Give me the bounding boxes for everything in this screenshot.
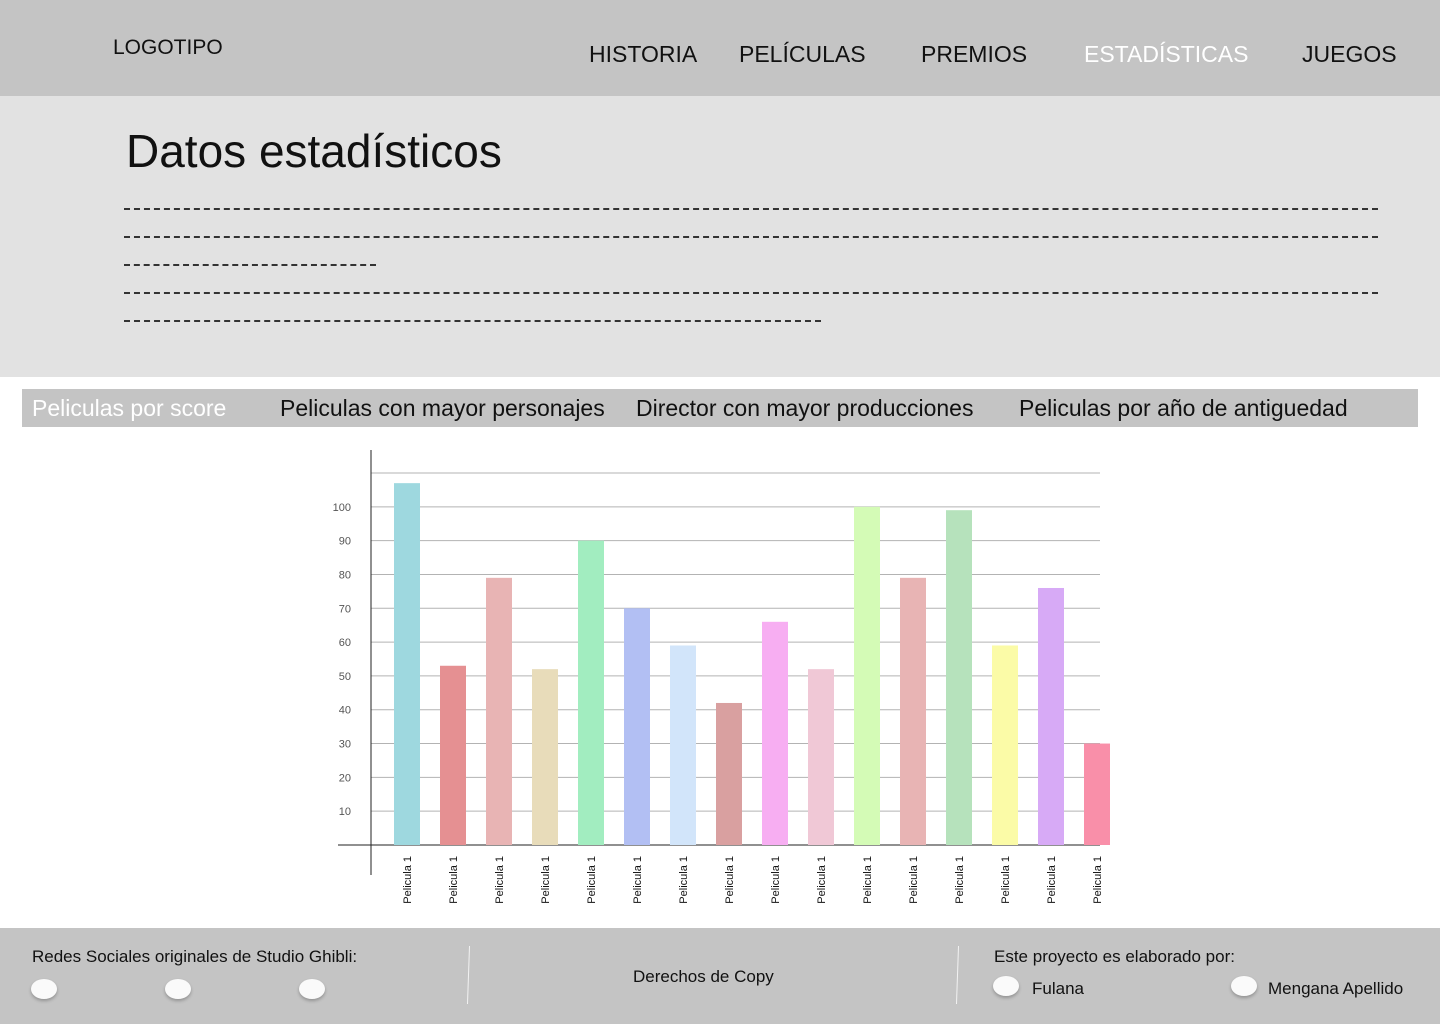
x-tick-label: Pelicula 1 [448,856,460,904]
footer-divider [466,946,471,1004]
chart-bar [394,483,420,845]
social-icon-3[interactable] [299,979,325,999]
social-icon-1[interactable] [31,979,57,999]
page-title: Datos estadísticos [126,125,502,177]
tab-peliculas-por-antiguedad[interactable]: Peliculas por año de antiguedad [1019,395,1348,422]
x-tick-label: Pelicula 1 [816,856,828,904]
chart-bar [440,665,466,845]
chart-bar [992,645,1018,845]
placeholder-text-line [124,292,1378,295]
author-avatar-2[interactable] [1231,976,1257,996]
logo[interactable]: LOGOTIPO [113,36,223,60]
x-tick-label: Pelicula 1 [770,856,782,904]
placeholder-text-line [124,320,821,323]
x-tick-label: Pelicula 1 [540,856,552,904]
header: LOGOTIPO HISTORIA PELÍCULAS PREMIOS ESTA… [0,0,1440,96]
x-tick-label: Pelicula 1 [402,856,414,904]
nav-item-juegos[interactable]: JUEGOS [1302,41,1397,68]
chart-bar [762,621,788,845]
footer: Redes Sociales originales de Studio Ghib… [0,928,1440,1024]
score-bar-chart: 10 20 30 40 50 60 70 80 90 100 Pelicula 1 Pelicula … [0,440,1440,920]
chart-bar [946,510,972,845]
chart-bar [624,608,650,845]
x-tick-label: Pelicula 1 [494,856,506,904]
chart-bar [1084,743,1110,845]
chart-bar [808,669,834,845]
y-tick-label: 60 [339,637,351,649]
y-tick-label: 90 [339,536,351,548]
authors-title: Este proyecto es elaborado por: [994,947,1235,966]
y-tick-label: 80 [339,569,351,581]
tab-peliculas-mayor-personajes[interactable]: Peliculas con mayor personajes [280,395,605,422]
chart-bar [532,669,558,845]
chart-bar [670,645,696,845]
social-title: Redes Sociales originales de Studio Ghib… [32,947,358,966]
x-tick-label: Pelicula 1 [724,856,736,904]
x-tick-label: Pelicula 1 [1092,856,1104,904]
x-tick-label: Pelicula 1 [586,856,598,904]
footer-divider [955,946,960,1004]
x-tick-label: Pelicula 1 [954,856,966,904]
chart-bar [716,702,742,845]
tab-peliculas-por-score[interactable]: Peliculas por score [32,395,226,422]
chart-bar [486,577,512,845]
x-tick-label: Pelicula 1 [908,856,920,904]
y-tick-label: 30 [339,739,351,751]
social-icon-2[interactable] [165,979,191,999]
nav-item-estadisticas[interactable]: ESTADÍSTICAS [1084,41,1248,68]
x-tick-label: Pelicula 1 [1000,856,1012,904]
y-tick-label: 10 [339,806,351,818]
placeholder-text-line [124,236,1378,239]
author-avatar-1[interactable] [993,976,1019,996]
y-tick-label: 70 [339,603,351,615]
chart-bar [1038,587,1064,845]
placeholder-text-line [124,208,1378,211]
intro-section: Datos estadísticos [0,96,1440,377]
tab-director-mayor-producciones[interactable]: Director con mayor producciones [636,395,973,422]
x-tick-label: Pelicula 1 [678,856,690,904]
chart-svg: 10 20 30 40 50 60 70 80 90 100 Pelicula 1 Pelicula … [333,450,1110,904]
nav-item-historia[interactable]: HISTORIA [589,41,697,68]
y-tick-label: 40 [339,705,351,717]
y-tick-label: 20 [339,772,351,784]
nav-item-peliculas[interactable]: PELÍCULAS [739,41,866,68]
chart-bar [578,540,604,845]
x-tick-label: Pelicula 1 [862,856,874,904]
x-tick-label: Pelicula 1 [1046,856,1058,904]
chart-bar [900,577,926,845]
copyright-text: Derechos de Copy [633,967,774,986]
stats-tabs: Peliculas por score Peliculas con mayor … [22,389,1418,427]
author-name-1[interactable]: Fulana [1032,979,1084,999]
x-tick-label: Pelicula 1 [632,856,644,904]
chart-bar [854,506,880,845]
placeholder-text-line [124,264,376,267]
nav-item-premios[interactable]: PREMIOS [921,41,1027,68]
y-tick-label: 100 [333,502,351,514]
y-tick-label: 50 [339,671,351,683]
author-name-2[interactable]: Mengana Apellido [1268,979,1403,999]
